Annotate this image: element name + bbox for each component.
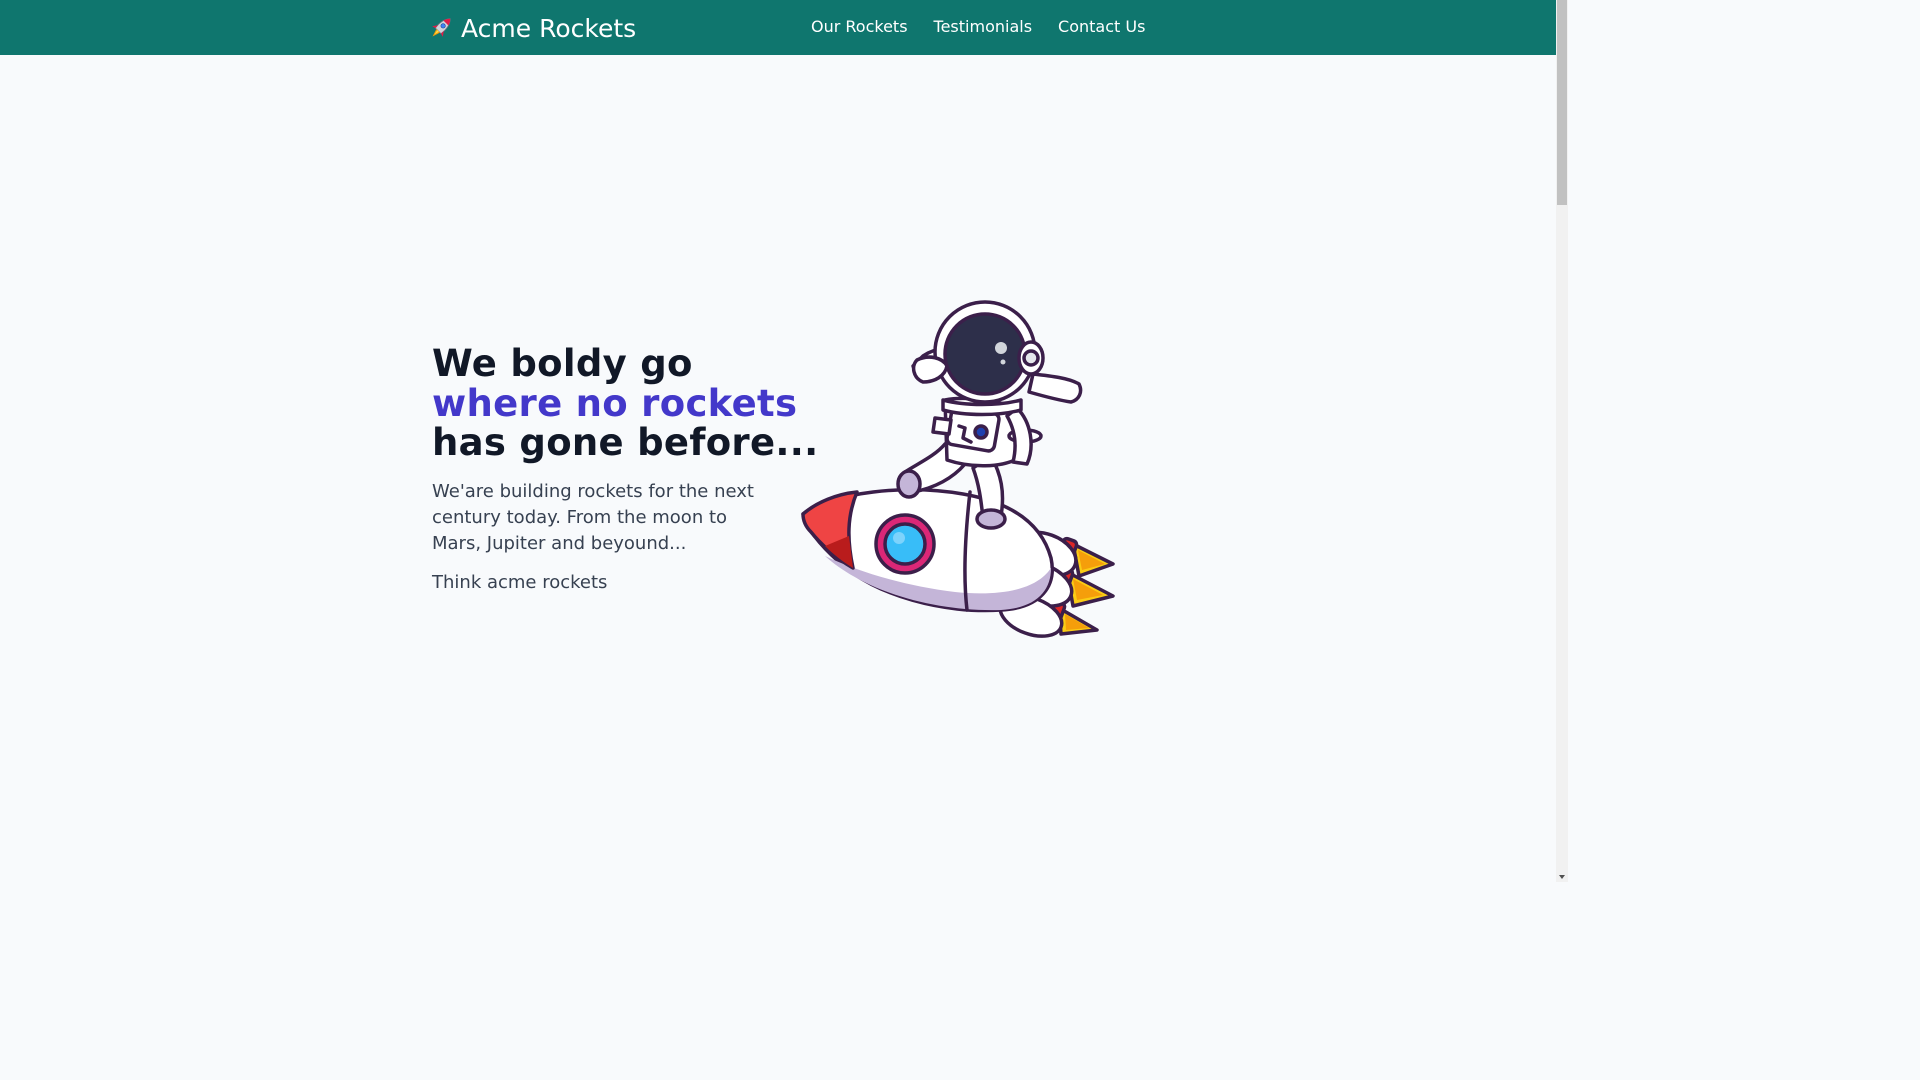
nav-contact-us[interactable]: Contact Us [1058, 14, 1145, 40]
headline-line-2-accent: where no rockets [432, 381, 798, 425]
rocket-icon [432, 18, 451, 37]
brand-link[interactable]: Acme Rockets [426, 10, 636, 46]
page: Acme Rockets Our Rockets Testimonials Co… [0, 0, 1568, 882]
brand-name: Acme Rockets [461, 13, 637, 43]
headline-line-1: We boldy go [432, 342, 693, 385]
scrollbar-thumb[interactable] [1557, 0, 1567, 205]
scroll-down-arrow-icon[interactable] [1559, 875, 1565, 879]
hero-tagline: Think acme rockets [432, 571, 608, 593]
site-header: Acme Rockets Our Rockets Testimonials Co… [0, 0, 1556, 55]
hero-section: We boldy go where no rockets has gone be… [432, 342, 819, 596]
astronaut-rocket-illustration [801, 300, 1115, 638]
hero-headline: We boldy go where no rockets has gone be… [432, 342, 819, 464]
nav-our-rockets[interactable]: Our Rockets [811, 14, 908, 40]
hero-lead-text: We'are building rockets for the next cen… [432, 480, 754, 554]
vertical-scrollbar[interactable] [1556, 0, 1568, 882]
headline-line-3: has gone before... [432, 421, 819, 464]
nav-testimonials[interactable]: Testimonials [934, 14, 1033, 40]
main-nav: Our Rockets Testimonials Contact Us [811, 14, 1145, 40]
